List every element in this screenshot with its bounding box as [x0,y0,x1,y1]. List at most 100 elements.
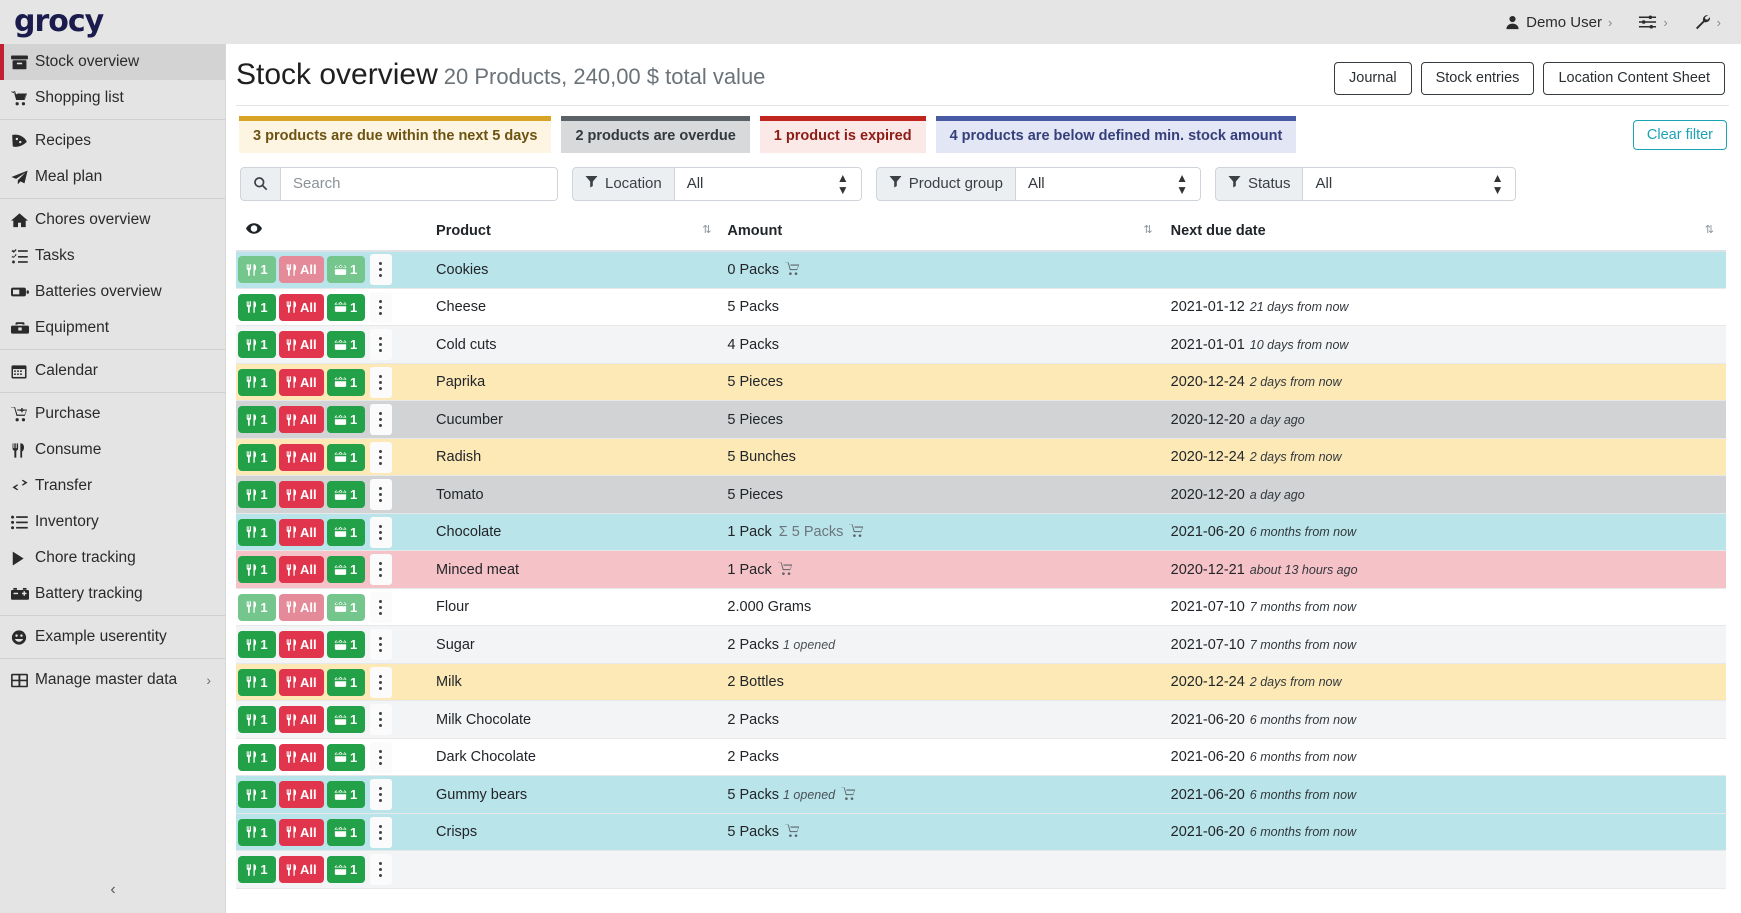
table-row[interactable]: 1 All 1 Sugar 2 Packs 1 opened 2021-07-10 7 mon… [236,625,1726,664]
consume-all-button[interactable]: All [279,593,324,621]
sidebar-item-manage-master-data[interactable]: Manage master data › [0,662,225,698]
consume-one-button[interactable]: 1 [238,743,276,771]
consume-all-button[interactable]: All [279,706,324,734]
sidebar-item-equipment[interactable]: Equipment [0,310,225,346]
sidebar-item-tasks[interactable]: Tasks [0,238,225,274]
open-one-button[interactable]: 1 [326,331,365,359]
status-chip-below-min[interactable]: 4 products are below defined min. stock … [935,115,1297,153]
row-menu-button[interactable] [369,516,392,548]
row-menu-button[interactable] [369,479,392,511]
status-chip-due-soon[interactable]: 3 products are due within the next 5 day… [239,115,552,153]
consume-one-button[interactable]: 1 [238,293,276,321]
consume-one-button[interactable]: 1 [238,518,276,546]
table-row[interactable]: 1 All 1 Minced meat 1 Pack 2020-12-21 about 13… [236,550,1726,589]
consume-all-button[interactable]: All [279,781,324,809]
sidebar-item-example-userentity[interactable]: Example userentity [0,619,225,655]
stock-entries-button[interactable]: Stock entries [1420,62,1535,95]
shopping-cart-icon[interactable] [785,262,800,276]
table-row[interactable]: 1 All 1 [236,850,1726,889]
sidebar-item-chore-tracking[interactable]: Chore tracking [0,540,225,576]
consume-all-button[interactable]: All [279,481,324,509]
sidebar-item-battery-tracking[interactable]: Battery tracking [0,576,225,612]
open-one-button[interactable]: 1 [326,743,365,771]
row-menu-button[interactable] [369,329,392,361]
consume-one-button[interactable]: 1 [238,631,276,659]
row-menu-button[interactable] [369,291,392,323]
location-content-sheet-button[interactable]: Location Content Sheet [1543,62,1725,95]
consume-all-button[interactable]: All [279,518,324,546]
shopping-cart-icon[interactable] [785,824,800,838]
row-menu-button[interactable] [369,779,392,811]
consume-one-button[interactable]: 1 [238,593,276,621]
tools-menu[interactable]: › [1694,14,1721,30]
sidebar-item-meal-plan[interactable]: Meal plan [0,159,225,195]
consume-all-button[interactable]: All [279,293,324,321]
consume-all-button[interactable]: All [279,331,324,359]
consume-all-button[interactable]: All [279,856,324,884]
row-menu-button[interactable] [369,366,392,398]
consume-one-button[interactable]: 1 [238,443,276,471]
consume-all-button[interactable]: All [279,256,324,284]
open-one-button[interactable]: 1 [326,593,365,621]
table-row[interactable]: 1 All 1 Chocolate 1 Pack Σ 5 Packs 2021-06-20 6… [236,513,1726,552]
row-menu-button[interactable] [369,704,392,736]
shopping-cart-icon[interactable] [841,786,856,801]
open-one-button[interactable]: 1 [326,406,365,434]
column-header-product[interactable]: Product ⇅ [430,212,724,252]
row-menu-button[interactable] [369,254,392,286]
row-menu-button[interactable] [369,816,392,848]
sidebar-item-calendar[interactable]: Calendar [0,353,225,389]
sidebar-item-recipes[interactable]: Recipes [0,123,225,159]
consume-all-button[interactable]: All [279,818,324,846]
consume-one-button[interactable]: 1 [238,331,276,359]
open-one-button[interactable]: 1 [326,518,365,546]
sidebar-item-shopping-list[interactable]: Shopping list [0,80,225,116]
table-row[interactable]: 1 All 1 Cheese 5 Packs 2021-01-12 21 days from… [236,288,1726,327]
shopping-cart-icon[interactable] [777,561,793,576]
table-row[interactable]: 1 All 1 Cold cuts 4 Packs 2021-01-01 10 days f… [236,325,1726,364]
open-one-button[interactable]: 1 [326,818,365,846]
consume-one-button[interactable]: 1 [238,406,276,434]
open-one-button[interactable]: 1 [326,668,365,696]
open-one-button[interactable]: 1 [326,256,365,284]
table-row[interactable]: 1 All 1 Milk Chocolate 2 Packs 2021-06-20 6 mo… [236,700,1726,739]
row-menu-button[interactable] [369,629,392,661]
open-one-button[interactable]: 1 [326,481,365,509]
status-filter-select[interactable]: All ▲ ▼ [1302,166,1517,201]
open-one-button[interactable]: 1 [326,293,365,321]
sidebar-collapse-button[interactable]: ‹ [0,867,225,913]
open-one-button[interactable]: 1 [326,368,365,396]
table-row[interactable]: 1 All 1 Dark Chocolate 2 Packs 2021-06-20 6 mo… [236,738,1726,777]
location-filter-select[interactable]: All ▲ ▼ [673,166,862,201]
table-row[interactable]: 1 All 1 Cucumber 5 Pieces 2020-12-20 a day ago [236,400,1726,439]
status-chip-expired[interactable]: 1 product is expired [759,115,926,153]
consume-one-button[interactable]: 1 [238,368,276,396]
status-chip-overdue[interactable]: 2 products are overdue [561,115,750,153]
row-menu-button[interactable] [369,666,392,698]
table-row[interactable]: 1 All 1 Gummy bears 5 Packs 1 opened 2021-06-2… [236,775,1726,814]
row-menu-button[interactable] [369,854,392,886]
column-header-next-due-date[interactable]: Next due date ⇅ [1164,212,1726,252]
open-one-button[interactable]: 1 [326,443,365,471]
open-one-button[interactable]: 1 [326,781,365,809]
eye-icon[interactable] [246,223,262,239]
table-row[interactable]: 1 All 1 Radish 5 Bunches 2020-12-24 2 days fro… [236,438,1726,477]
open-one-button[interactable]: 1 [326,556,365,584]
consume-all-button[interactable]: All [279,743,324,771]
consume-one-button[interactable]: 1 [238,706,276,734]
table-row[interactable]: 1 All 1 Tomato 5 Pieces 2020-12-20 a day ago [236,475,1726,514]
table-row[interactable]: 1 All 1 Cookies 0 Packs [236,250,1726,289]
clear-filter-button[interactable]: Clear filter [1632,119,1727,150]
sidebar-item-transfer[interactable]: Transfer [0,468,225,504]
consume-all-button[interactable]: All [279,368,324,396]
consume-all-button[interactable]: All [279,443,324,471]
sidebar-item-chores-overview[interactable]: Chores overview [0,202,225,238]
consume-one-button[interactable]: 1 [238,668,276,696]
row-menu-button[interactable] [369,741,392,773]
sidebar-item-batteries-overview[interactable]: Batteries overview [0,274,225,310]
shopping-cart-icon[interactable] [849,524,864,538]
app-logo[interactable]: grocy [0,0,226,44]
table-row[interactable]: 1 All 1 Crisps 5 Packs 2021-06-20 6 months fro… [236,813,1726,852]
consume-one-button[interactable]: 1 [238,256,276,284]
consume-all-button[interactable]: All [279,556,324,584]
